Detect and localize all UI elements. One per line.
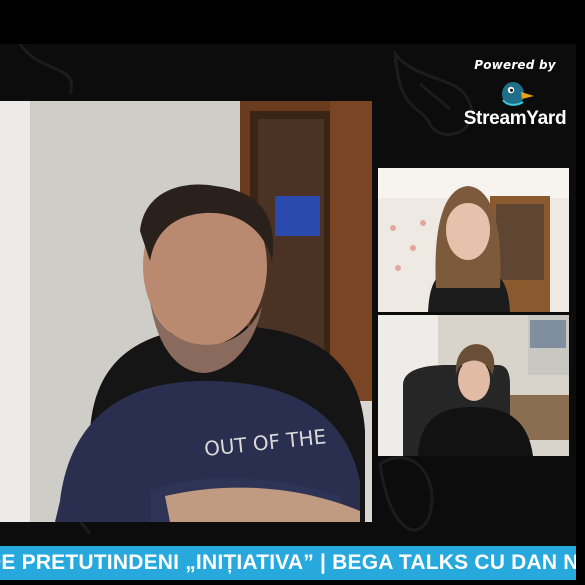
- ticker-text: DE PRETUTINDENI „INIȚIATIVA” | BEGA TALK…: [0, 551, 576, 574]
- streamyard-wordmark: StreamYard: [463, 108, 567, 129]
- streamyard-branding: Powered by StreamYard: [455, 58, 575, 130]
- news-ticker-banner: DE PRETUTINDENI „INIȚIATIVA” | BEGA TALK…: [0, 546, 576, 580]
- guest-camera-tile-1: [378, 168, 569, 312]
- guest-1-video-feed: [378, 168, 569, 312]
- guest-camera-tile-2: [378, 315, 569, 456]
- streamyard-duck-icon: [502, 82, 534, 106]
- host-video-feed: OUT OF THE: [0, 101, 372, 522]
- main-camera-tile: OUT OF THE: [0, 101, 372, 522]
- stream-canvas: Powered by StreamYard OUT OF THE DE PRET…: [0, 0, 585, 585]
- right-black-edge: [576, 0, 585, 585]
- powered-by-label: Powered by: [474, 58, 556, 72]
- top-black-bar: [0, 0, 585, 44]
- guest-2-video-feed: [378, 315, 569, 456]
- bottom-black-strip: [0, 580, 576, 585]
